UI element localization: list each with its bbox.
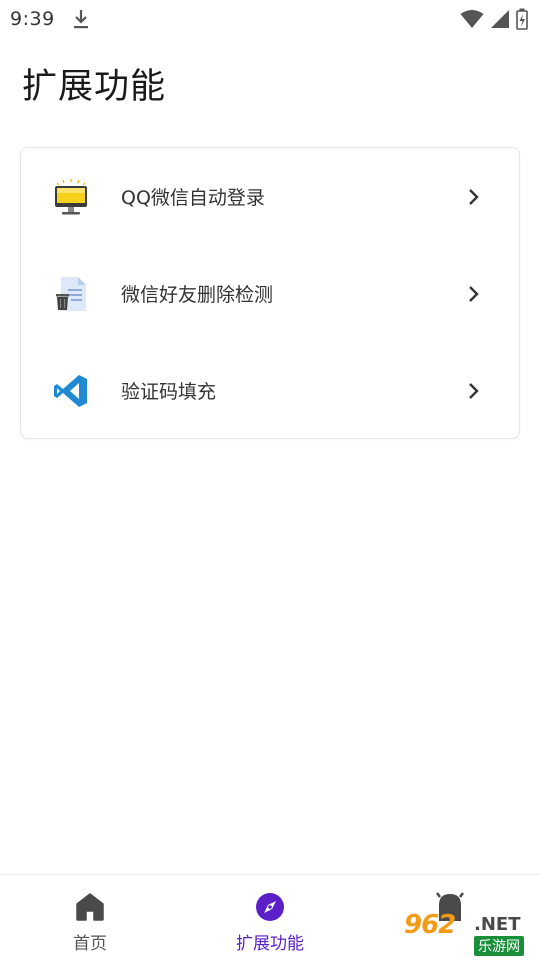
feature-list-card: QQ微信自动登录 微信好友删除检测 验证码填充 (20, 147, 520, 439)
vscode-icon (51, 371, 91, 411)
watermark-suffix: .NET (474, 914, 521, 935)
watermark-brand: 962 (404, 910, 456, 940)
chevron-right-icon (469, 285, 479, 302)
wifi-icon (460, 10, 484, 28)
nav-label-extensions: 扩展功能 (236, 934, 304, 954)
download-icon (73, 10, 88, 29)
feature-row-captcha-fill[interactable]: 验证码填充 (21, 342, 519, 439)
page-title: 扩展功能 (22, 67, 167, 107)
battery-icon (516, 8, 528, 30)
document-trash-icon (51, 274, 91, 314)
watermark-962-logo: 962 .NET 乐游网 (400, 908, 536, 956)
status-time: 9:39 (10, 8, 55, 30)
home-icon (74, 891, 106, 923)
screen: 9:39 扩展功能 QQ微信自动登录 微信好友删除检测 验证码填充 首页 扩展功… (0, 0, 540, 960)
feature-label: QQ微信自动登录 (121, 187, 265, 209)
status-icons (460, 8, 528, 30)
chevron-right-icon (469, 188, 479, 205)
feature-row-qq-wechat-auto-login[interactable]: QQ微信自动登录 (21, 148, 519, 245)
nav-item-home[interactable]: 首页 (0, 875, 180, 960)
compass-icon (254, 891, 286, 923)
feature-label: 微信好友删除检测 (121, 284, 274, 306)
feature-label: 验证码填充 (121, 381, 217, 403)
monitor-icon (51, 177, 91, 217)
nav-label-home: 首页 (73, 934, 107, 954)
signal-icon (491, 10, 509, 28)
nav-item-extensions[interactable]: 扩展功能 (180, 875, 360, 960)
status-bar: 9:39 (0, 0, 540, 38)
watermark-sub: 乐游网 (474, 936, 524, 956)
chevron-right-icon (469, 382, 479, 399)
feature-row-wechat-friend-delete-check[interactable]: 微信好友删除检测 (21, 245, 519, 342)
